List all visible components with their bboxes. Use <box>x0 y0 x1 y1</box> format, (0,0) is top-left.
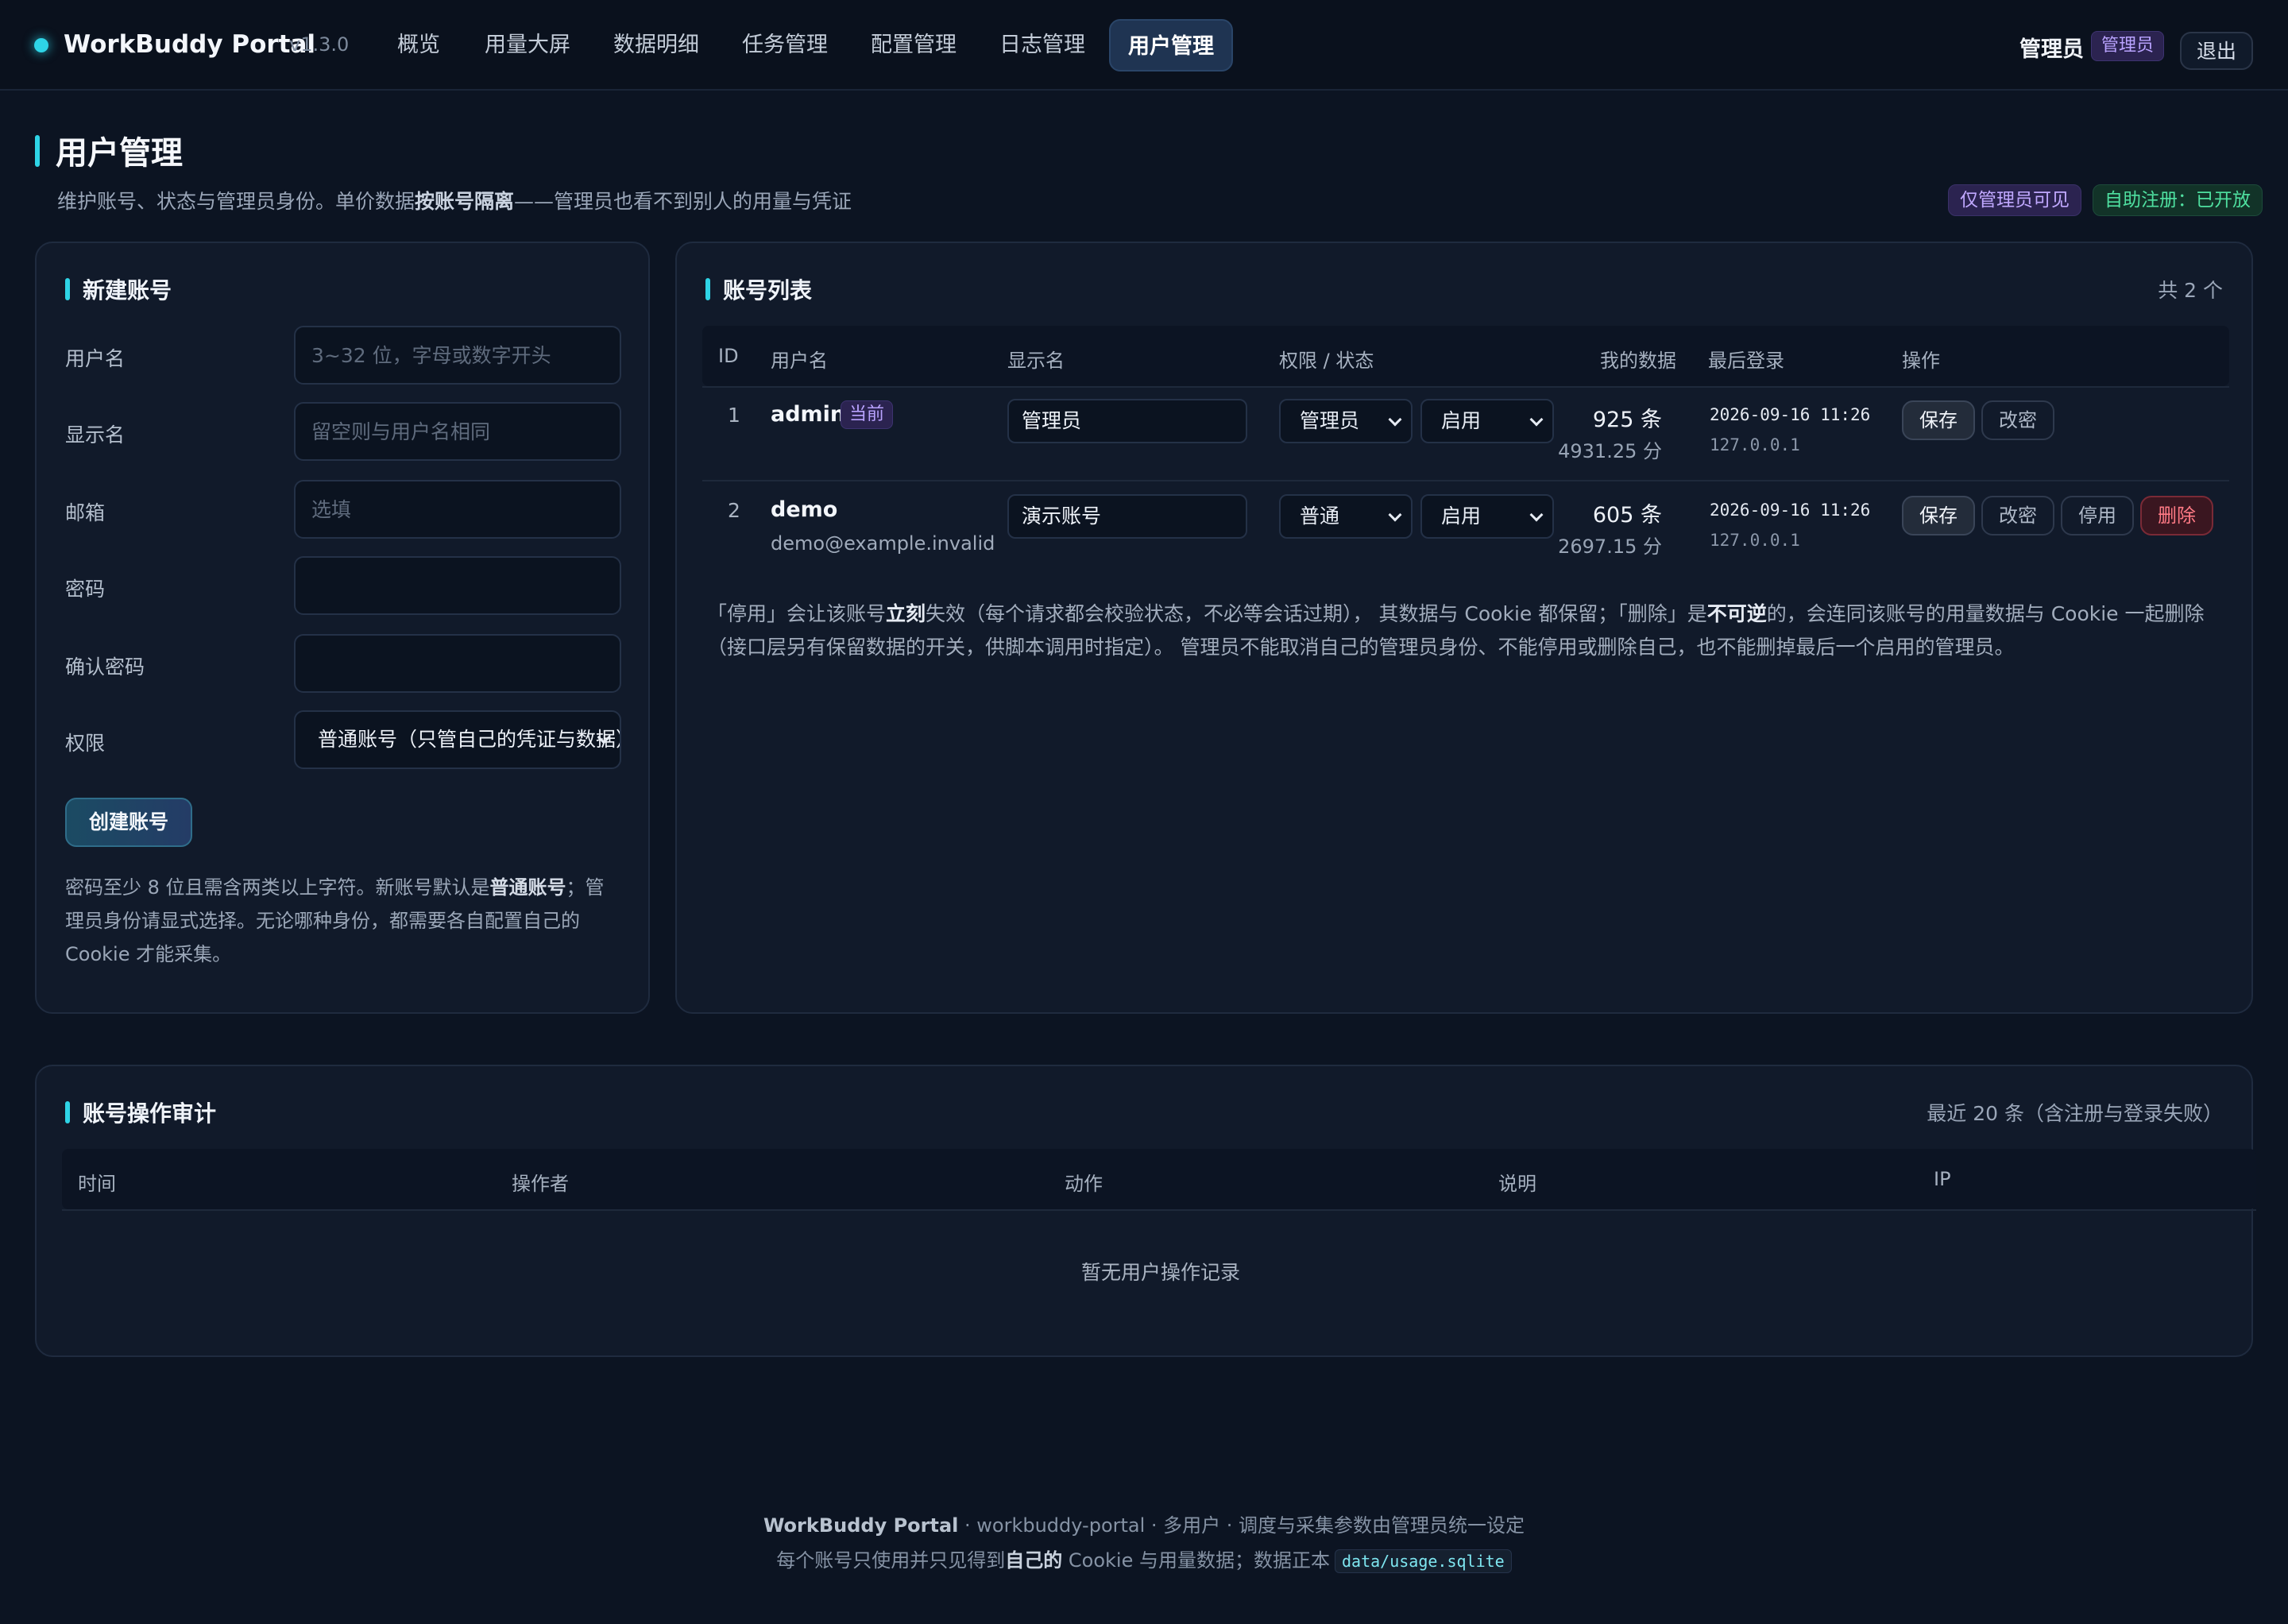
change-password-button[interactable]: 改密 <box>1981 400 2054 440</box>
row-id: 2 <box>728 499 740 522</box>
page-subtitle: 维护账号、状态与管理员身份。单价数据按账号隔离——管理员也看不到别人的用量与凭证 <box>57 190 852 213</box>
row-username: demo <box>771 497 838 522</box>
current-user-name: 管理员 <box>2019 37 2084 62</box>
confirm-password-input[interactable] <box>294 634 621 693</box>
card-title-accent <box>65 278 70 300</box>
tab-overview[interactable]: 概览 <box>385 19 453 72</box>
last-login-time: 2026-09-16 11:26 <box>1710 405 1871 424</box>
col-action: 动作 <box>1065 1173 1103 1195</box>
status-select-value: 启用 <box>1441 505 1482 528</box>
disable-button[interactable]: 停用 <box>2061 496 2134 536</box>
save-button[interactable]: 保存 <box>1902 400 1975 440</box>
col-id: ID <box>718 345 739 367</box>
row-id: 1 <box>728 404 740 427</box>
account-list-card: 账号列表 共 2 个 ID 用户名 显示名 权限 / 状态 我的数据 最后登录 … <box>675 242 2253 1014</box>
col-time: 时间 <box>78 1173 116 1195</box>
tab-data-details[interactable]: 数据明细 <box>602 19 710 72</box>
db-path-code: data/usage.sqlite <box>1335 1549 1512 1573</box>
audit-empty-state: 暂无用户操作记录 <box>1080 1261 1240 1284</box>
col-ip: IP <box>1934 1168 1951 1190</box>
account-rules-note: 「停用」会让该账号立刻失效（每个请求都会校验状态，不必等会话过期）， 其数据与 … <box>707 602 2205 659</box>
admin-only-badge: 仅管理员可见 <box>1948 184 2081 216</box>
col-actions: 操作 <box>1902 350 1940 372</box>
status-select-value: 启用 <box>1441 409 1482 432</box>
tab-log-management[interactable]: 日志管理 <box>988 19 1096 72</box>
save-button[interactable]: 保存 <box>1902 496 1975 536</box>
row-divider <box>702 480 2229 481</box>
username-input[interactable] <box>294 326 621 385</box>
password-label: 密码 <box>65 578 106 601</box>
row-divider <box>62 1209 2256 1211</box>
page-title: 用户管理 <box>56 135 183 172</box>
display-name-label: 显示名 <box>65 423 126 447</box>
current-user-role-badge: 管理员 <box>2091 31 2165 61</box>
audit-card: 账号操作审计 最近 20 条（含注册与登录失败） 时间 操作者 动作 说明 IP… <box>35 1065 2256 1357</box>
role-select[interactable]: 普通账号（只管自己的凭证与数据） <box>294 710 621 769</box>
col-operator: 操作者 <box>512 1173 569 1195</box>
col-description: 说明 <box>1498 1173 1536 1195</box>
col-username: 用户名 <box>771 350 828 372</box>
app-version: v1.3.0 <box>289 33 350 56</box>
new-account-help-text: 密码至少 8 位且需含两类以上字符。新账号默认是普通账号；管理员身份请显式选择。… <box>65 876 605 965</box>
account-table-header: ID 用户名 显示名 权限 / 状态 我的数据 最后登录 操作 <box>702 326 2229 386</box>
tab-user-management[interactable]: 用户管理 <box>1109 19 1233 72</box>
row-email: demo@example.invalid <box>771 532 995 555</box>
usage-amount: 4931.25 分 <box>1558 440 1662 462</box>
card-title-accent <box>65 1101 70 1123</box>
audit-title: 账号操作审计 <box>83 1100 217 1127</box>
usage-amount: 2697.15 分 <box>1558 536 1662 558</box>
display-name-field[interactable]: 管理员 <box>1007 399 1247 443</box>
display-name-field[interactable]: 演示账号 <box>1007 494 1247 539</box>
change-password-button[interactable]: 改密 <box>1981 496 2054 536</box>
tab-config-management[interactable]: 配置管理 <box>860 19 968 72</box>
col-last-login: 最后登录 <box>1708 350 1784 372</box>
last-login-ip: 127.0.0.1 <box>1710 531 1800 550</box>
record-count: 605 条 <box>1592 503 1662 528</box>
self-register-status-badge: 自助注册：已开放 <box>2093 184 2263 216</box>
username-label: 用户名 <box>65 347 126 370</box>
row-divider <box>702 386 2229 388</box>
tab-usage-dashboard[interactable]: 用量大屏 <box>473 19 582 72</box>
delete-button[interactable]: 删除 <box>2140 496 2213 536</box>
row-username: admin <box>771 402 846 427</box>
top-nav-bar: WorkBuddy Portal v1.3.0 概览 用量大屏 数据明细 任务管… <box>0 0 2288 91</box>
confirm-password-label: 确认密码 <box>65 655 145 679</box>
logout-button[interactable]: 退出 <box>2180 32 2253 70</box>
create-account-button[interactable]: 创建账号 <box>65 798 192 847</box>
col-display-name: 显示名 <box>1007 350 1065 372</box>
col-role-status: 权限 / 状态 <box>1279 350 1374 372</box>
email-label: 邮箱 <box>65 501 106 524</box>
display-name-input[interactable] <box>294 402 621 461</box>
account-count: 共 2 个 <box>2158 279 2223 302</box>
last-login-time: 2026-09-16 11:26 <box>1710 501 1871 520</box>
role-select-value: 普通 <box>1300 505 1340 528</box>
col-my-data: 我的数据 <box>1600 350 1676 372</box>
current-user-badge: 当前 <box>841 400 894 429</box>
footer-line-1: WorkBuddy Portal · workbuddy-portal · 多用… <box>763 1514 1525 1537</box>
account-list-title: 账号列表 <box>723 277 813 304</box>
new-account-card: 新建账号 用户名 显示名 邮箱 密码 确认密码 权限 普通账号（只管自己的凭证与… <box>35 242 650 1014</box>
tab-task-management[interactable]: 任务管理 <box>731 19 839 72</box>
card-title-accent <box>705 278 710 300</box>
role-label: 权限 <box>65 732 106 755</box>
record-count: 925 条 <box>1592 408 1662 432</box>
page-title-accent <box>35 135 40 167</box>
footer-line-2: 每个账号只使用并只见得到自己的 Cookie 与用量数据；数据正本 data/us… <box>0 1545 2288 1573</box>
email-input[interactable] <box>294 480 621 539</box>
role-select-value: 普通账号（只管自己的凭证与数据） <box>318 728 621 751</box>
app-name: WorkBuddy Portal <box>64 30 316 59</box>
last-login-ip: 127.0.0.1 <box>1710 435 1800 454</box>
password-input[interactable] <box>294 556 621 615</box>
new-account-title: 新建账号 <box>83 277 172 304</box>
role-select-value: 管理员 <box>1300 409 1360 432</box>
audit-subtitle: 最近 20 条（含注册与登录失败） <box>1927 1102 2223 1125</box>
brand-status-dot-icon <box>34 38 48 52</box>
audit-table-header: 时间 操作者 动作 说明 IP <box>62 1149 2256 1209</box>
